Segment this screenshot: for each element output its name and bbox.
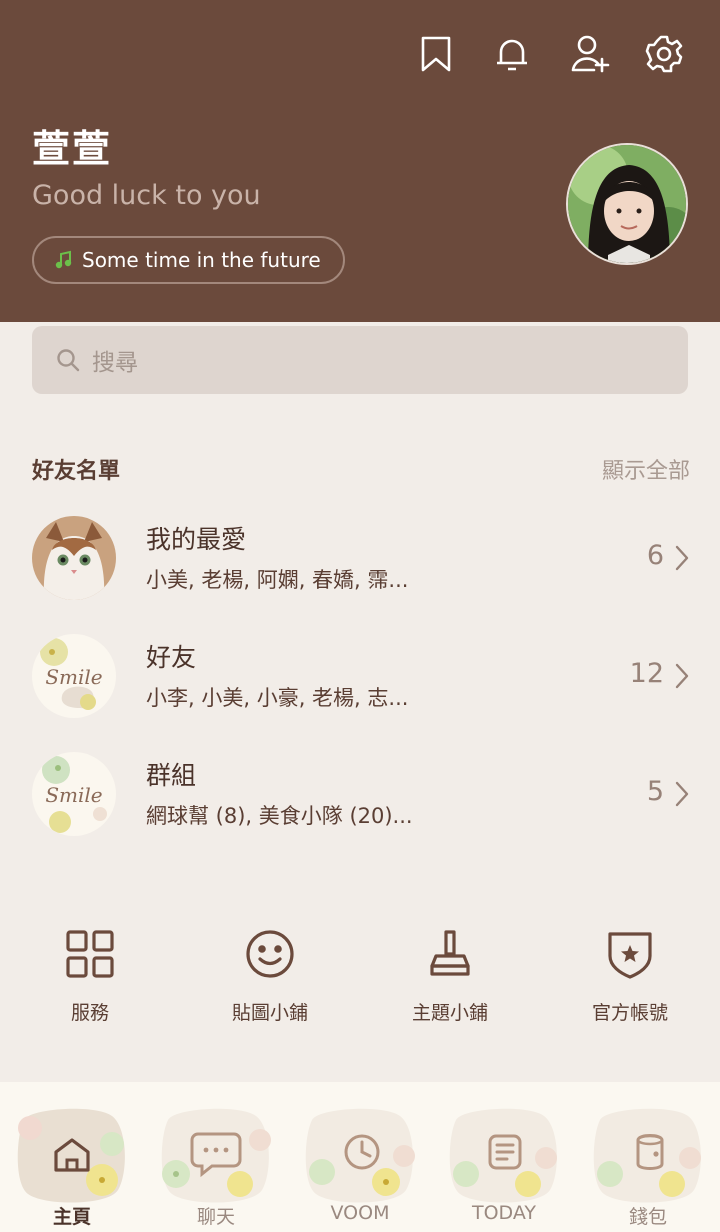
nav-tab-label: VOOM bbox=[330, 1202, 390, 1224]
sticker-shop-button[interactable]: 貼圖小鋪 bbox=[180, 926, 360, 1036]
profile-name[interactable]: 萱萱 bbox=[32, 118, 112, 173]
tab-background bbox=[161, 1108, 271, 1203]
search-placeholder: 搜尋 bbox=[92, 350, 138, 376]
smile-thumbnail: Smile bbox=[32, 634, 116, 718]
shortcut-label: 官方帳號 bbox=[591, 1002, 668, 1024]
profile-music-button[interactable]: Some time in the future bbox=[32, 236, 345, 284]
bell-icon[interactable] bbox=[492, 34, 532, 74]
nav-tab-voom[interactable]: VOOM bbox=[288, 1082, 432, 1232]
list-item-name: 我的最愛 bbox=[146, 525, 247, 554]
nav-tab-label: 主頁 bbox=[52, 1206, 91, 1228]
shortcut-label: 貼圖小鋪 bbox=[231, 1002, 308, 1024]
nav-tab-label: TODAY bbox=[472, 1202, 536, 1224]
add-friend-icon[interactable] bbox=[570, 34, 610, 74]
profile-status-message[interactable]: Good luck to you bbox=[32, 180, 261, 211]
music-title: Some time in the future bbox=[82, 248, 321, 272]
nav-tab-chat[interactable]: 聊天 bbox=[144, 1082, 288, 1232]
list-item-count: 12 bbox=[629, 658, 664, 689]
shield-star-icon bbox=[608, 932, 652, 979]
list-item-name: 好友 bbox=[146, 643, 197, 672]
list-item-members: 小美, 老楊, 阿嫻, 春嬌, 霈... bbox=[146, 568, 409, 592]
profile-avatar[interactable] bbox=[566, 143, 688, 265]
list-item-count: 5 bbox=[646, 776, 664, 807]
nav-tab-wallet[interactable]: 錢包 bbox=[576, 1082, 720, 1232]
gear-icon[interactable] bbox=[644, 34, 684, 74]
bookmark-icon[interactable] bbox=[416, 34, 456, 74]
services-button[interactable]: 服務 bbox=[0, 926, 180, 1036]
shortcut-label: 服務 bbox=[70, 1002, 109, 1024]
nav-tab-home[interactable]: 主頁 bbox=[0, 1082, 144, 1232]
tab-background bbox=[305, 1108, 415, 1203]
chevron-right-icon bbox=[675, 663, 689, 689]
profile-header: 萱萱 Good luck to you Some time in the fut… bbox=[0, 0, 720, 322]
tab-background bbox=[449, 1108, 557, 1203]
search-input[interactable]: 搜尋 bbox=[32, 326, 688, 394]
bottom-nav: 主頁 聊天 VOOM TODAY 錢包 bbox=[0, 1082, 720, 1232]
smile-thumbnail: Smile bbox=[32, 752, 116, 836]
list-item-members: 小李, 小美, 小豪, 老楊, 志... bbox=[146, 686, 409, 710]
friends-section-title: 好友名單 bbox=[32, 459, 121, 484]
nav-tab-today[interactable]: TODAY bbox=[432, 1082, 576, 1232]
official-accounts-button[interactable]: 官方帳號 bbox=[540, 926, 720, 1036]
nav-tab-label: 錢包 bbox=[628, 1206, 667, 1228]
cat-thumbnail bbox=[32, 516, 116, 600]
list-item-members: 網球幫 (8), 美食小隊 (20)... bbox=[146, 804, 413, 828]
smiley-icon bbox=[246, 930, 294, 978]
theme-shop-button[interactable]: 主題小鋪 bbox=[360, 926, 540, 1036]
tab-background bbox=[17, 1108, 125, 1203]
friends-list-item-favorites[interactable]: 我的最愛 小美, 老楊, 阿嫻, 春嬌, 霈... 6 bbox=[0, 516, 720, 626]
friends-list-item-groups[interactable]: Smile 群組 網球幫 (8), 美食小隊 (20)... 5 bbox=[0, 752, 720, 862]
show-all-link[interactable]: 顯示全部 bbox=[602, 453, 690, 485]
search-icon bbox=[57, 349, 80, 372]
grid-icon bbox=[66, 930, 114, 978]
svg-text:Smile: Smile bbox=[45, 783, 102, 807]
chevron-right-icon bbox=[675, 545, 689, 571]
tab-background bbox=[593, 1108, 701, 1203]
shortcut-label: 主題小鋪 bbox=[411, 1002, 488, 1024]
nav-tab-label: 聊天 bbox=[196, 1206, 235, 1228]
friends-list-item-friends[interactable]: Smile 好友 小李, 小美, 小豪, 老楊, 志... 12 bbox=[0, 634, 720, 744]
svg-text:Smile: Smile bbox=[45, 665, 102, 689]
list-item-name: 群組 bbox=[146, 761, 197, 790]
music-note-icon bbox=[54, 250, 74, 270]
chevron-right-icon bbox=[675, 781, 689, 807]
list-item-count: 6 bbox=[646, 540, 664, 571]
brush-icon bbox=[430, 930, 470, 976]
